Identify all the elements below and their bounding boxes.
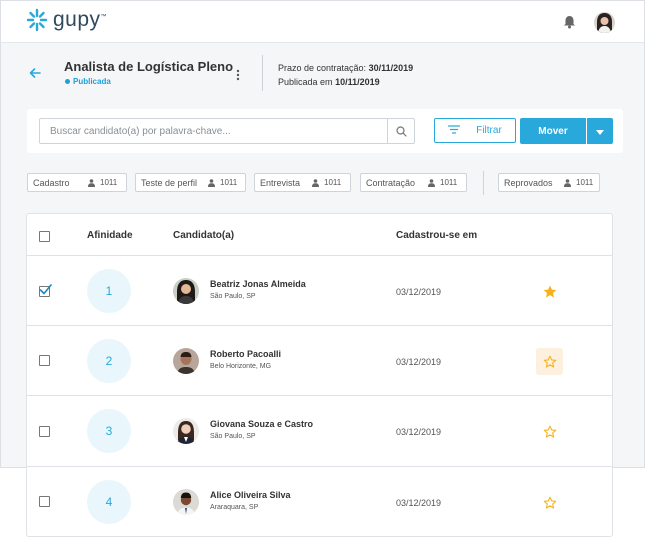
registration-date: 03/12/2019 — [396, 357, 442, 367]
affinity-score: 4 — [87, 480, 131, 524]
candidate-avatar — [173, 278, 199, 304]
published-value: 10/11/2019 — [335, 77, 380, 87]
favorite-button[interactable] — [536, 418, 563, 445]
stage-label: Contratação — [366, 177, 416, 188]
table-row[interactable]: 3 Giovana Souza e Castro São Paulo, SP 0… — [27, 396, 612, 467]
deadline-info: Prazo de contratação: 30/11/2019 — [278, 63, 413, 73]
filter-icon — [448, 124, 476, 137]
stage-count: 1011 — [324, 178, 342, 187]
person-icon — [312, 179, 319, 189]
favorite-button[interactable] — [536, 278, 563, 305]
table-row[interactable]: 4 Alice Oliveira Silva Araraquara, SP 03… — [27, 467, 612, 537]
registration-date: 03/12/2019 — [396, 498, 442, 508]
table-row[interactable]: 1 Beatriz Jonas Almeida São Paulo, SP 03… — [27, 256, 612, 326]
search-icon[interactable] — [387, 119, 414, 143]
candidate-avatar — [173, 489, 199, 515]
brand-name: gupy — [53, 8, 101, 31]
trademark-mark: ™ — [100, 14, 107, 20]
person-icon — [564, 179, 571, 189]
header-divider — [262, 55, 263, 91]
table-header: Afinidade Candidato(a) Cadastrou-se em — [27, 214, 612, 256]
brand-logo[interactable]: gupy ™ — [26, 8, 107, 32]
stage-label: Cadastro — [33, 177, 70, 188]
candidates-table: Afinidade Candidato(a) Cadastrou-se em 1… — [26, 213, 613, 537]
affinity-column-header[interactable]: Afinidade — [87, 230, 133, 241]
candidate-name[interactable]: Roberto Pacoalli — [210, 349, 281, 359]
stage-chip-reprovados[interactable]: Reprovados 1011 — [498, 173, 600, 192]
star-outline-icon — [543, 425, 556, 438]
registration-date: 03/12/2019 — [396, 427, 442, 437]
star-outline-icon — [543, 355, 556, 368]
candidate-location: Araraquara, SP — [210, 504, 259, 511]
stage-label: Reprovados — [504, 177, 553, 188]
move-button[interactable]: Mover — [520, 118, 586, 144]
stage-count: 1011 — [440, 178, 458, 187]
search-toolbar: Filtrar Mover — [27, 109, 623, 153]
published-info: Publicada em 10/11/2019 — [278, 77, 380, 87]
row-checkbox[interactable] — [39, 426, 50, 437]
stage-count: 1011 — [576, 178, 594, 187]
published-label: Publicada em — [278, 77, 333, 87]
affinity-score: 2 — [87, 339, 131, 383]
checkmark-icon — [39, 284, 52, 295]
row-checkbox[interactable] — [39, 355, 50, 366]
job-status-label: Publicada — [73, 77, 111, 86]
deadline-label: Prazo de contratação: — [278, 63, 367, 73]
stage-chip-cadastro[interactable]: Cadastro 1011 — [27, 173, 127, 192]
person-icon — [428, 179, 435, 189]
star-filled-icon — [543, 285, 556, 298]
stage-chip-teste-de-perfil[interactable]: Teste de perfil 1011 — [135, 173, 246, 192]
user-avatar[interactable] — [594, 12, 615, 33]
stage-chip-contratacao[interactable]: Contratação 1011 — [360, 173, 467, 192]
status-dot-icon — [65, 79, 70, 84]
person-icon — [208, 179, 215, 189]
candidate-name[interactable]: Beatriz Jonas Almeida — [210, 279, 306, 289]
search-field — [39, 118, 415, 144]
back-arrow-icon[interactable] — [29, 65, 41, 83]
candidate-name[interactable]: Giovana Souza e Castro — [210, 419, 313, 429]
job-header: Analista de Logística Pleno Publicada Pr… — [1, 43, 644, 103]
top-bar: gupy ™ — [1, 1, 644, 43]
person-icon — [88, 179, 95, 189]
candidate-location: São Paulo, SP — [210, 433, 256, 440]
stage-chip-entrevista[interactable]: Entrevista 1011 — [254, 173, 351, 192]
candidate-name[interactable]: Alice Oliveira Silva — [210, 490, 291, 500]
filter-button-label: Filtrar — [476, 125, 502, 136]
stage-count: 1011 — [220, 178, 238, 187]
gupy-logo-icon — [26, 8, 48, 32]
filter-button[interactable]: Filtrar — [434, 118, 516, 143]
star-outline-icon — [543, 496, 556, 509]
stage-count: 1011 — [100, 178, 118, 187]
move-dropdown-button[interactable] — [587, 118, 613, 144]
row-checkbox[interactable] — [39, 496, 50, 507]
job-status-badge: Publicada — [65, 77, 111, 86]
candidate-location: Belo Horizonte, MG — [210, 363, 272, 370]
chevron-down-icon — [596, 122, 604, 140]
stage-label: Teste de perfil — [141, 177, 198, 188]
more-options-icon[interactable] — [236, 68, 240, 86]
table-row[interactable]: 2 Roberto Pacoalli Belo Horizonte, MG 03… — [27, 326, 612, 396]
candidate-location: São Paulo, SP — [210, 293, 256, 300]
candidate-avatar — [173, 348, 199, 374]
stage-divider — [483, 171, 484, 195]
select-all-checkbox[interactable] — [39, 231, 50, 242]
favorite-button[interactable] — [536, 348, 563, 375]
candidate-avatar — [173, 418, 199, 444]
registered-column-header[interactable]: Cadastrou-se em — [396, 230, 477, 241]
bell-icon[interactable] — [563, 15, 576, 34]
stage-label: Entrevista — [260, 177, 301, 188]
deadline-value: 30/11/2019 — [368, 63, 414, 73]
search-input[interactable] — [40, 119, 389, 143]
row-checkbox[interactable] — [39, 284, 52, 297]
registration-date: 03/12/2019 — [396, 287, 442, 297]
affinity-score: 3 — [87, 409, 131, 453]
candidate-column-header[interactable]: Candidato(a) — [173, 230, 234, 241]
affinity-score: 1 — [87, 269, 131, 313]
job-title: Analista de Logística Pleno — [64, 59, 234, 74]
favorite-button[interactable] — [536, 489, 563, 516]
